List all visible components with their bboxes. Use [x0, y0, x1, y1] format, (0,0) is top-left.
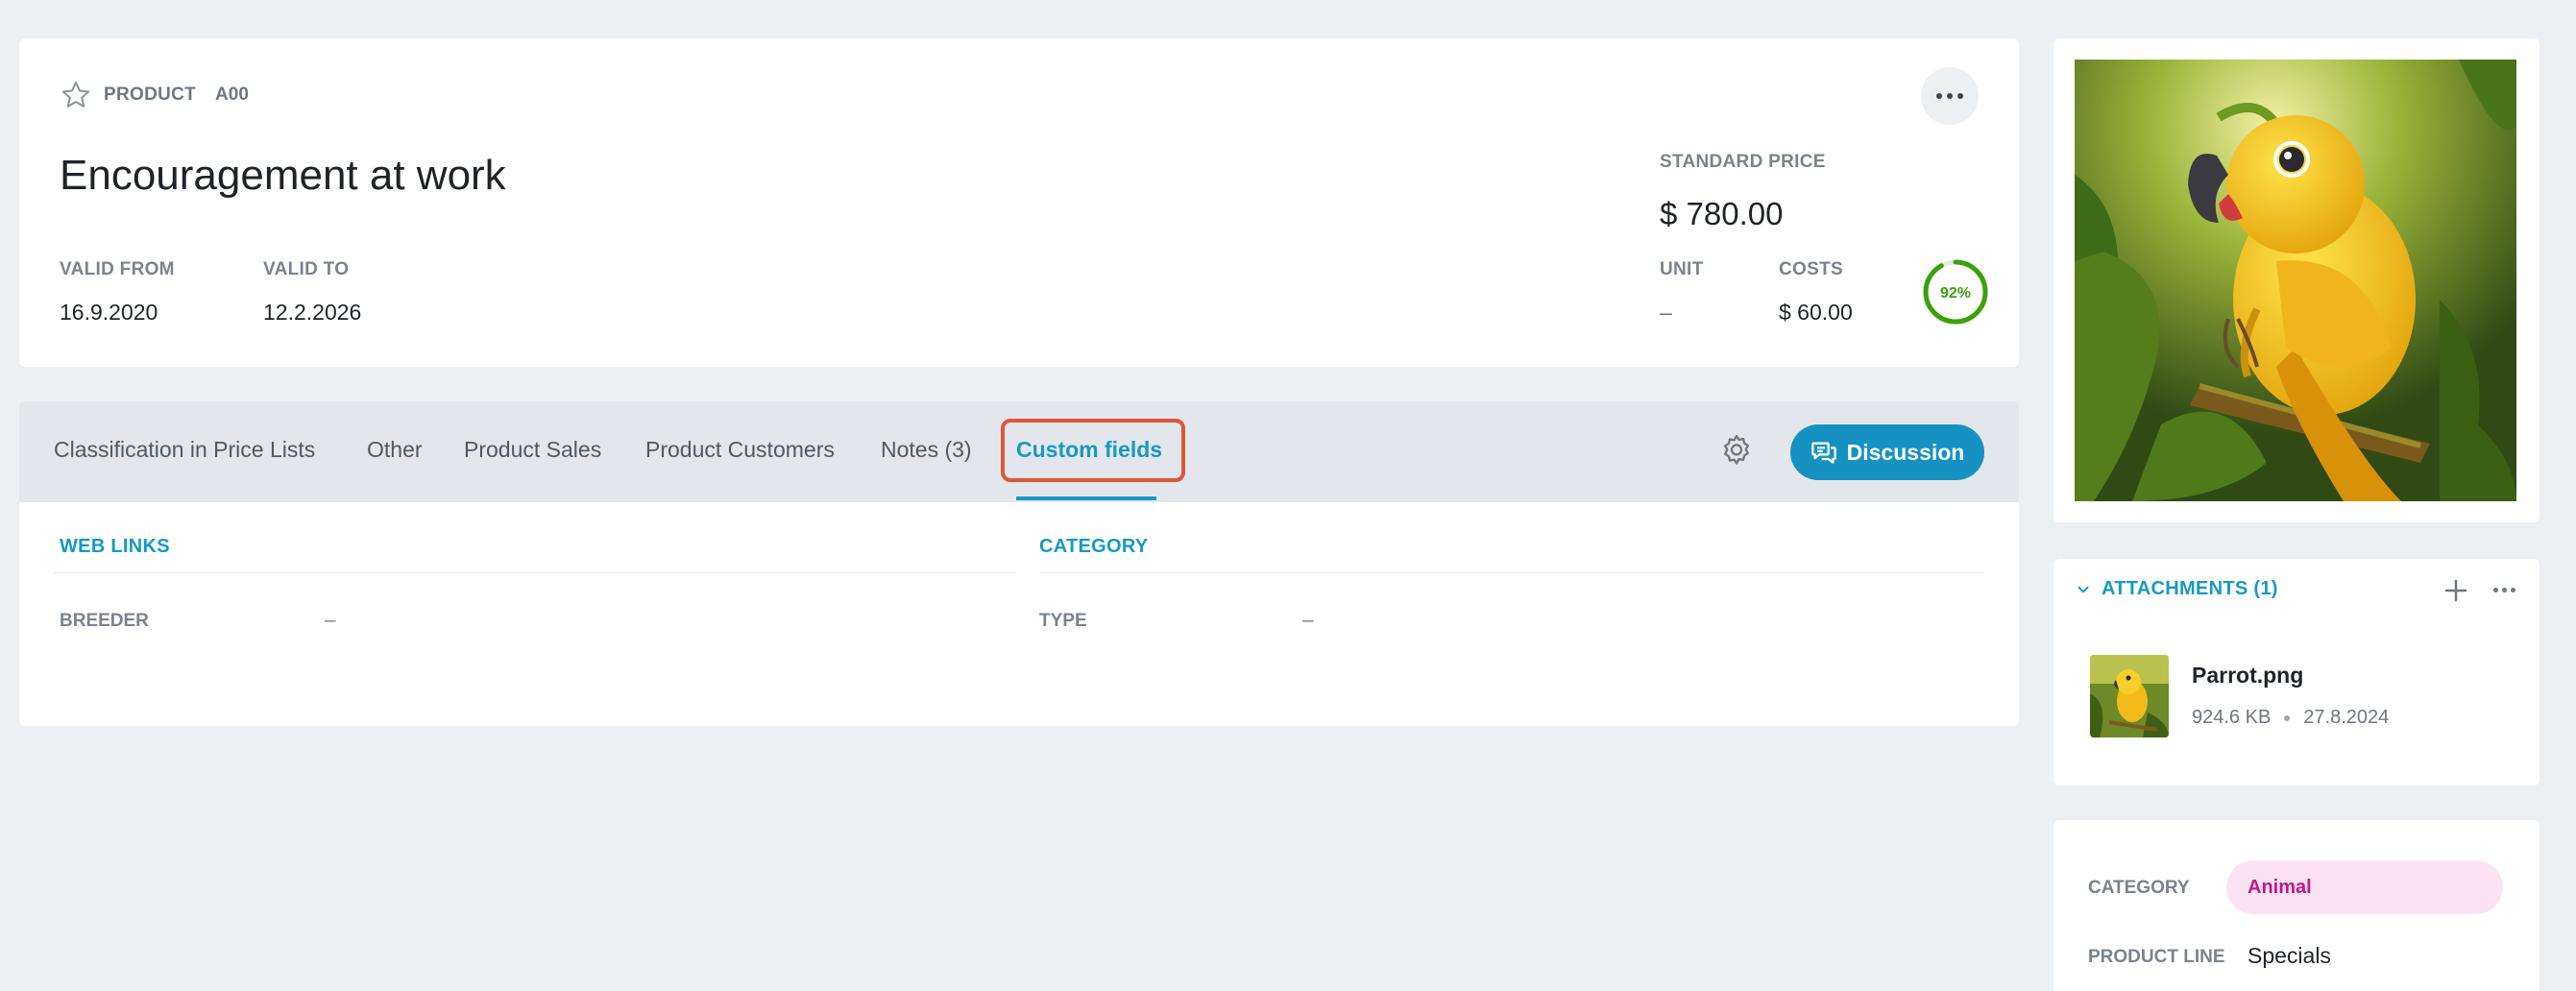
more-options-button[interactable]	[1921, 67, 1979, 125]
dot-icon	[1957, 93, 1963, 99]
separator-dot	[2284, 714, 2291, 721]
attachments-card: ATTACHMENTS (1) Parrot.png 924.6 KB 27.8…	[2054, 559, 2540, 786]
dot-icon	[1947, 93, 1953, 99]
breeder-value[interactable]: –	[325, 609, 336, 632]
type-label: TYPE	[1039, 611, 1087, 631]
margin-progress-ring: 92%	[1923, 259, 1988, 325]
chevron-down-icon[interactable]	[2075, 581, 2092, 598]
attachments-header[interactable]: ATTACHMENTS (1)	[2075, 578, 2278, 600]
section-divider	[54, 572, 1016, 573]
tab-classification-in-price-lists[interactable]: Classification in Price Lists	[54, 401, 315, 502]
tab-bar: Classification in Price Lists Other Prod…	[19, 401, 2019, 502]
active-tab-underline	[1016, 496, 1156, 500]
attachment-file-name[interactable]: Parrot.png	[2192, 663, 2303, 689]
valid-to-value: 12.2.2026	[263, 300, 362, 325]
category-label: CATEGORY	[2088, 878, 2190, 898]
web-links-section-title: WEB LINKS	[60, 536, 170, 557]
tabs-card: Classification in Price Lists Other Prod…	[19, 401, 2019, 726]
attachment-thumbnail[interactable]	[2090, 655, 2169, 737]
section-divider	[1039, 572, 1984, 573]
margin-percent-text: 92%	[1940, 285, 1971, 302]
product-line-label: PRODUCT LINE	[2088, 947, 2225, 967]
dot-icon	[2492, 587, 2498, 592]
unit-label: UNIT	[1660, 259, 1704, 279]
category-badge[interactable]: Animal	[2226, 860, 2503, 914]
attachments-more-button[interactable]	[2490, 580, 2518, 599]
product-code: A00	[215, 85, 249, 105]
standard-price-value: $ 780.00	[1660, 196, 1784, 231]
attachment-meta: 924.6 KB 27.8.2024	[2192, 707, 2389, 729]
type-value[interactable]: –	[1302, 609, 1314, 632]
category-section-title: CATEGORY	[1039, 536, 1149, 557]
discussion-button[interactable]: Discussion	[1790, 424, 1984, 480]
attachments-title: ATTACHMENTS (1)	[2102, 578, 2278, 599]
costs-value: $ 60.00	[1779, 300, 1853, 325]
attachment-date: 27.8.2024	[2303, 707, 2390, 728]
costs-label: COSTS	[1779, 259, 1843, 279]
product-line-value[interactable]: Specials	[2248, 943, 2331, 969]
chat-icon	[1810, 442, 1836, 464]
tab-product-customers[interactable]: Product Customers	[645, 401, 835, 502]
product-type-row: PRODUCT A00	[60, 79, 249, 111]
valid-from-value: 16.9.2020	[60, 300, 158, 325]
gear-icon[interactable]	[1717, 432, 1756, 471]
tab-product-sales[interactable]: Product Sales	[464, 401, 601, 502]
tab-notes[interactable]: Notes (3)	[881, 401, 972, 502]
valid-to-label: VALID TO	[263, 259, 350, 279]
discussion-label: Discussion	[1846, 439, 1965, 465]
breeder-label: BREEDER	[60, 611, 149, 631]
product-image[interactable]	[2075, 60, 2516, 501]
active-tab-highlight	[1001, 419, 1185, 482]
product-header-card: PRODUCT A00 Encouragement at work VALID …	[19, 38, 2019, 367]
valid-from-label: VALID FROM	[60, 259, 175, 279]
unit-value: –	[1660, 300, 1672, 325]
plus-icon[interactable]	[2442, 576, 2470, 605]
product-type-label: PRODUCT	[104, 85, 197, 105]
product-image-card	[2054, 38, 2540, 522]
attachment-file-size: 924.6 KB	[2192, 707, 2272, 728]
page-title: Encouragement at work	[60, 152, 506, 199]
standard-price-label: STANDARD PRICE	[1660, 152, 1826, 172]
dot-icon	[1936, 93, 1942, 99]
classification-card: CATEGORY Animal PRODUCT LINE Specials	[2054, 820, 2540, 991]
dot-icon	[2501, 587, 2507, 592]
star-icon[interactable]	[60, 79, 92, 111]
dot-icon	[2510, 587, 2515, 592]
tab-other[interactable]: Other	[367, 401, 423, 502]
